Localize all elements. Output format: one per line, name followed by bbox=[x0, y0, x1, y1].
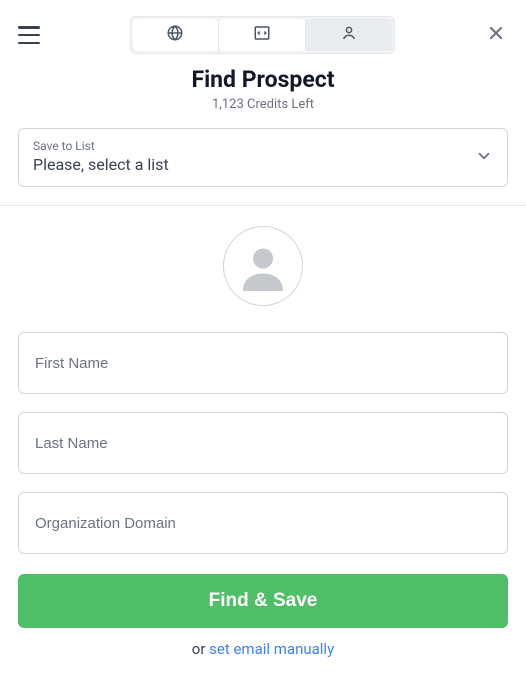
organization-domain-input[interactable] bbox=[18, 492, 508, 554]
or-line: or set email manually bbox=[18, 640, 508, 658]
code-icon bbox=[253, 24, 271, 46]
first-name-input[interactable] bbox=[18, 332, 508, 394]
globe-icon bbox=[166, 24, 184, 46]
close-icon bbox=[486, 23, 506, 47]
chevron-down-icon bbox=[475, 147, 493, 169]
page-title: Find Prospect bbox=[0, 66, 526, 93]
find-and-save-button[interactable]: Find & Save bbox=[18, 574, 508, 628]
save-to-list-select[interactable]: Save to List Please, select a list bbox=[18, 128, 508, 187]
set-email-manually-link[interactable]: set email manually bbox=[209, 640, 334, 658]
tab-code[interactable] bbox=[218, 19, 305, 51]
tab-globe[interactable] bbox=[133, 19, 219, 51]
menu-button[interactable] bbox=[18, 26, 40, 44]
person-icon bbox=[340, 24, 358, 46]
tab-person[interactable] bbox=[305, 19, 392, 51]
mode-tabs bbox=[130, 16, 395, 54]
save-to-list-label: Save to List bbox=[33, 139, 493, 153]
credits-label: 1,123 Credits Left bbox=[0, 97, 526, 112]
last-name-input[interactable] bbox=[18, 412, 508, 474]
close-button[interactable] bbox=[484, 23, 508, 47]
save-to-list-value: Please, select a list bbox=[33, 155, 493, 174]
or-text: or bbox=[192, 640, 209, 658]
avatar-placeholder bbox=[223, 226, 303, 306]
